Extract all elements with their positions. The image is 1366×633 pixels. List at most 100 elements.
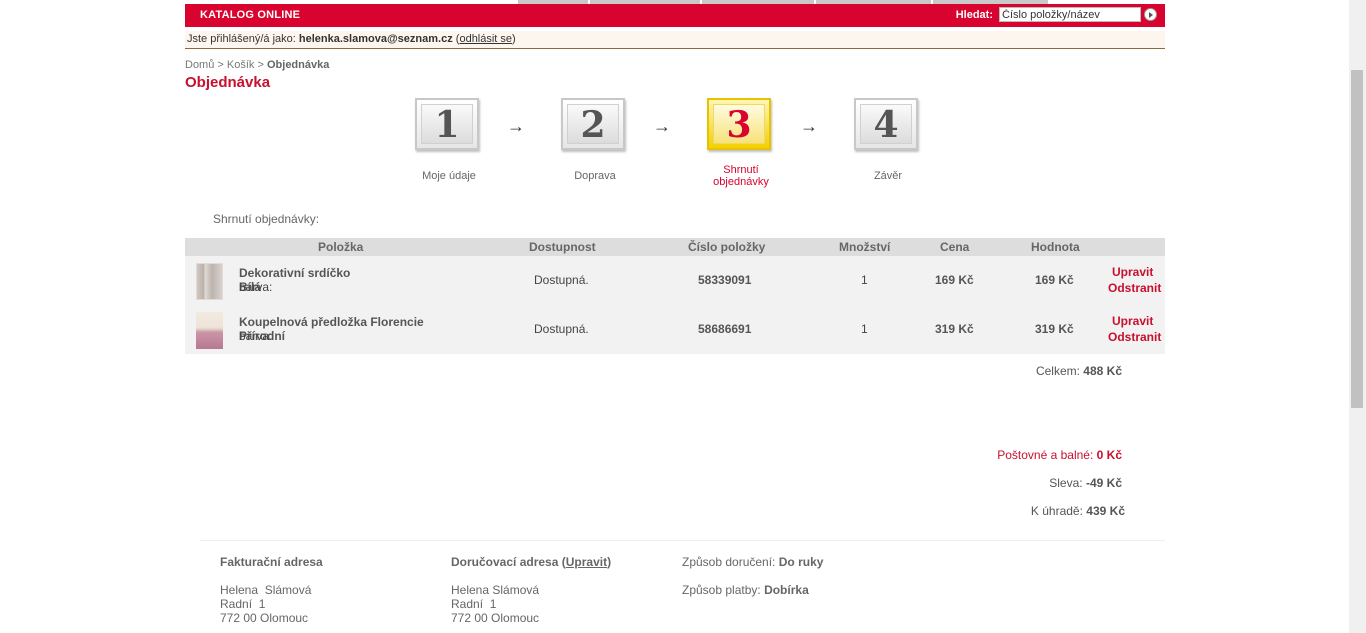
breadcrumb: Domů > Košík > Objednávka xyxy=(185,59,329,71)
price: 169 Kč xyxy=(935,273,974,287)
billing-city: 772 00 Olomouc xyxy=(220,611,309,625)
billing-address: Fakturační adresa Helena Slámová Radní 1… xyxy=(220,555,323,625)
step-4-label: Závěr xyxy=(873,170,903,182)
step-2: 2 xyxy=(561,98,627,152)
product-thumbnail[interactable] xyxy=(196,312,223,349)
shipping-method: Způsob doručení: Do ruky xyxy=(682,555,823,569)
step-3-label-line2: objednávky xyxy=(713,176,769,188)
quantity: 1 xyxy=(861,322,868,336)
product-attribute: barva: Přírodní xyxy=(239,329,285,343)
attribute-label: barva: xyxy=(239,329,273,343)
product-thumbnail[interactable] xyxy=(196,263,223,300)
page-scrollbar[interactable] xyxy=(1349,0,1366,633)
login-prefix: Jste přihlášený/á jako: xyxy=(187,33,296,45)
step-number: 4 xyxy=(860,104,912,145)
user-email: helenka.slamova@seznam.cz xyxy=(298,33,453,45)
delivery-address: Doručovací adresa (Upravit) Helena Slámo… xyxy=(451,555,611,625)
billing-heading: Fakturační adresa xyxy=(220,555,323,569)
table-header: Položka Dostupnost Číslo položky Množstv… xyxy=(185,238,1165,256)
step-1-label: Moje údaje xyxy=(422,170,476,182)
delivery-name: Helena Slámová xyxy=(451,583,540,597)
discount-value: -49 Kč xyxy=(1085,476,1122,490)
product-name[interactable]: Koupelnová předložka Florencie xyxy=(239,315,424,329)
summary-title: Shrnutí objednávky: xyxy=(213,212,320,226)
shipping-value: Do ruky xyxy=(778,555,824,569)
arrow-right-icon: → xyxy=(800,116,818,136)
breadcrumb-cart[interactable]: Košík xyxy=(227,59,255,71)
payment-value: Dobírka xyxy=(764,583,809,597)
header-bar: KATALOG ONLINE Hledat: xyxy=(185,4,1165,27)
billing-street: Radní 1 xyxy=(220,597,266,611)
payment-label: Způsob platby: xyxy=(682,583,761,597)
postage-label: Poštovné a balné: xyxy=(997,448,1094,462)
edit-button[interactable]: Upravit xyxy=(1112,265,1153,279)
page-title: Objednávka xyxy=(185,74,271,91)
order-table: Položka Dostupnost Číslo položky Množstv… xyxy=(185,238,1165,354)
discount-label: Sleva: xyxy=(1049,476,1083,490)
to-pay-label: K úhradě: xyxy=(1030,504,1083,518)
table-row: Koupelnová předložka Florencie barva: Př… xyxy=(185,305,1165,354)
attribute-label: barva: xyxy=(239,280,273,294)
postage-line: Poštovné a balné: 0 Kč xyxy=(997,448,1122,462)
delivery-heading: Doručovací adresa (Upravit) xyxy=(451,555,612,569)
breadcrumb-current: Objednávka xyxy=(266,59,330,71)
price: 319 Kč xyxy=(935,322,974,336)
logout-link[interactable]: odhlásit se xyxy=(459,33,512,45)
total-label: Celkem: xyxy=(1035,364,1080,378)
breadcrumb-separator: > xyxy=(217,59,224,71)
column-header: Cena xyxy=(940,240,970,254)
login-bar: Jste přihlášený/á jako: helenka.slamova@… xyxy=(185,31,1165,49)
availability: Dostupná. xyxy=(534,273,589,287)
step-3-label-line1: Shrnutí xyxy=(723,164,759,176)
delivery-city: 772 00 Olomouc xyxy=(451,611,540,625)
arrow-right-icon: → xyxy=(507,116,525,136)
scrollbar-thumb[interactable] xyxy=(1351,70,1363,408)
search-go-button[interactable] xyxy=(1144,8,1157,21)
breadcrumb-separator: > xyxy=(257,59,264,71)
table-row: Dekorativní srdíčko barva: Bílá Dostupná… xyxy=(185,256,1165,305)
order-methods: Způsob doručení: Do ruky Způsob platby: … xyxy=(682,555,823,597)
total-value: 488 Kč xyxy=(1083,364,1122,378)
shipping-label: Způsob doručení: xyxy=(682,555,776,569)
search-label: Hledat: xyxy=(955,9,993,21)
step-number: 3 xyxy=(713,104,765,145)
column-header: Hodnota xyxy=(1031,240,1080,254)
item-number: 58686691 xyxy=(698,322,752,336)
remove-button[interactable]: Odstranit xyxy=(1108,330,1161,344)
value: 319 Kč xyxy=(1035,322,1074,336)
step-number: 2 xyxy=(567,104,619,145)
payment-method: Způsob platby: Dobírka xyxy=(682,583,823,597)
value: 169 Kč xyxy=(1035,273,1074,287)
column-header: Dostupnost xyxy=(529,240,596,254)
step-2-label: Doprava xyxy=(574,170,616,182)
total-line: Celkem: 488 Kč xyxy=(1036,364,1122,378)
to-pay-value: 439 Kč xyxy=(1086,504,1125,518)
column-header: Číslo položky xyxy=(688,240,766,254)
availability: Dostupná. xyxy=(534,322,589,336)
step-4: 4 xyxy=(854,98,920,152)
delivery-street: Radní 1 xyxy=(451,597,497,611)
column-header: Množství xyxy=(839,240,891,254)
step-1: 1 xyxy=(415,98,481,152)
postage-value: 0 Kč xyxy=(1096,448,1122,462)
discount-line: Sleva: -49 Kč xyxy=(1049,476,1122,490)
step-3-active: 3 xyxy=(707,98,773,152)
edit-button[interactable]: Upravit xyxy=(1112,314,1153,328)
to-pay-line: K úhradě: 439 Kč xyxy=(1031,504,1125,518)
billing-name: Helena Slámová xyxy=(220,583,312,597)
arrow-right-icon: → xyxy=(653,116,671,136)
search-input[interactable] xyxy=(999,7,1141,22)
arrow-right-icon xyxy=(1149,12,1153,18)
column-header: Položka xyxy=(318,240,364,254)
delivery-heading-text: Doručovací adresa xyxy=(451,555,559,569)
divider xyxy=(200,540,1165,541)
delivery-edit-link[interactable]: Upravit xyxy=(566,555,607,569)
step-number: 1 xyxy=(421,104,473,145)
quantity: 1 xyxy=(861,273,868,287)
product-name[interactable]: Dekorativní srdíčko xyxy=(239,266,350,280)
item-number: 58339091 xyxy=(698,273,752,287)
product-attribute: barva: Bílá xyxy=(239,280,272,294)
site-title[interactable]: KATALOG ONLINE xyxy=(200,9,300,21)
breadcrumb-home[interactable]: Domů xyxy=(185,59,214,71)
remove-button[interactable]: Odstranit xyxy=(1108,281,1161,295)
